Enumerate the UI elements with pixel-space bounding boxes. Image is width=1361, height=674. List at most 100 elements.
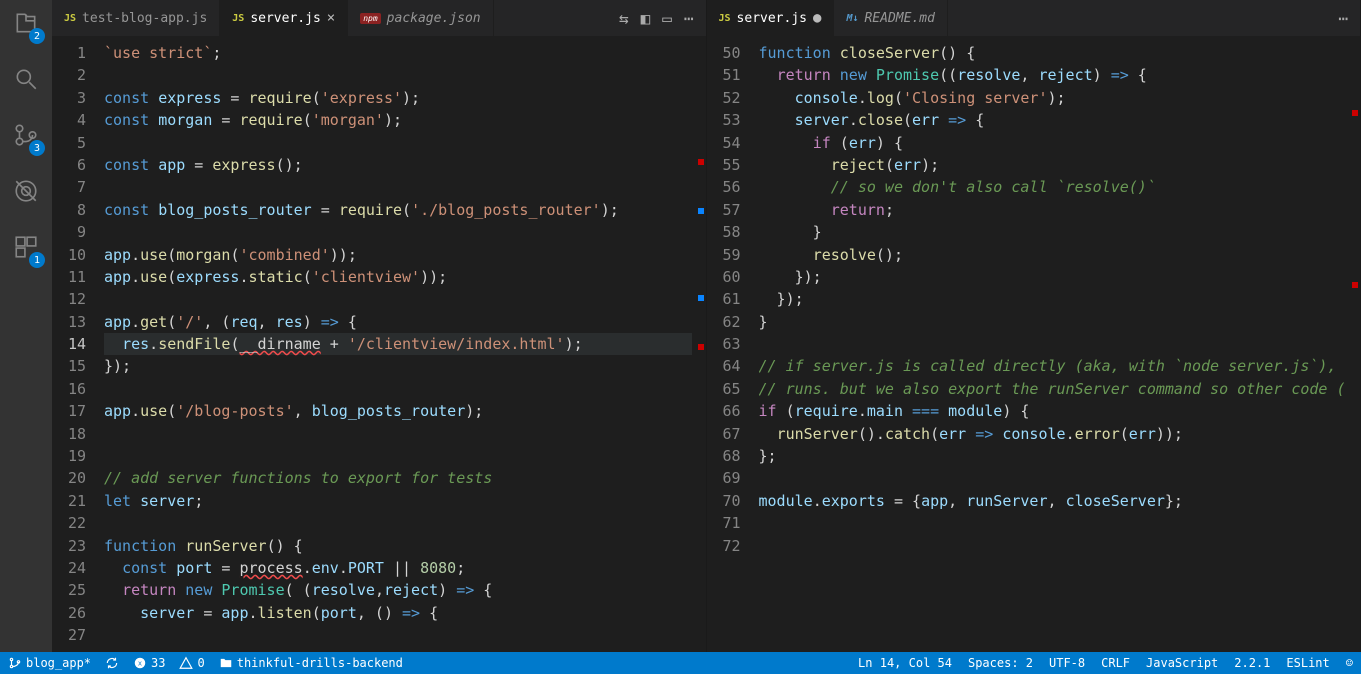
tabbar-left: JStest-blog-app.jsJSserver.js×npmpackage… (52, 0, 706, 36)
extension-version[interactable]: 2.2.1 (1234, 656, 1270, 670)
code-line[interactable]: }; (759, 445, 1347, 467)
line-number: 12 (52, 288, 86, 310)
code-line[interactable] (104, 288, 692, 310)
code-line[interactable]: // runs. but we also export the runServe… (759, 378, 1347, 400)
code-line[interactable]: server = app.listen(port, () => { (104, 602, 692, 624)
split-right-icon[interactable]: ◧ (641, 9, 651, 28)
language-mode[interactable]: JavaScript (1146, 656, 1218, 670)
code-line[interactable]: console.log('Closing server'); (759, 87, 1347, 109)
js-icon: JS (232, 13, 244, 24)
line-number: 9 (52, 221, 86, 243)
code-line[interactable]: app.use(morgan('combined')); (104, 244, 692, 266)
scm-badge: 3 (29, 140, 45, 156)
code-line[interactable]: } (759, 311, 1347, 333)
explorer-icon[interactable]: 2 (13, 10, 39, 40)
code-line[interactable]: const port = process.env.PORT || 8080; (104, 557, 692, 579)
encoding[interactable]: UTF-8 (1049, 656, 1085, 670)
code-line[interactable] (104, 64, 692, 86)
sync-button[interactable] (105, 656, 119, 670)
cursor-position[interactable]: Ln 14, Col 54 (858, 656, 952, 670)
code-line[interactable] (104, 624, 692, 646)
code-line[interactable]: res.sendFile(__dirname + '/clientview/in… (104, 333, 692, 355)
code-line[interactable] (104, 512, 692, 534)
tab-package-json[interactable]: npmpackage.json (348, 0, 493, 36)
code-line[interactable] (104, 423, 692, 445)
code-line[interactable] (759, 467, 1347, 489)
tab-server-js[interactable]: JSserver.js● (707, 0, 835, 36)
code-line[interactable] (104, 445, 692, 467)
source-control-icon[interactable]: 3 (13, 122, 39, 152)
errors-indicator[interactable]: x 33 (133, 656, 165, 670)
warnings-indicator[interactable]: 0 (179, 656, 204, 670)
feedback-icon[interactable]: ☺ (1346, 656, 1353, 670)
code-line[interactable]: let server; (104, 490, 692, 512)
code-line[interactable]: const app = express(); (104, 154, 692, 176)
compare-icon[interactable]: ⇆ (619, 9, 629, 28)
search-icon[interactable] (13, 66, 39, 96)
code-line[interactable] (104, 378, 692, 400)
code-line[interactable]: resolve(); (759, 244, 1347, 266)
code-line[interactable]: } (759, 221, 1347, 243)
line-number: 66 (707, 400, 741, 422)
code-line[interactable] (759, 512, 1347, 534)
code-left[interactable]: `use strict`; const express = require('e… (104, 36, 692, 652)
svg-text:x: x (138, 659, 142, 667)
code-line[interactable]: server.close(err => { (759, 109, 1347, 131)
tab-README-md[interactable]: M↓README.md (834, 0, 948, 36)
code-right[interactable]: function closeServer() { return new Prom… (759, 36, 1347, 652)
more-icon[interactable]: ⋯ (1338, 9, 1348, 28)
code-line[interactable] (759, 535, 1347, 557)
tab-server-js[interactable]: JSserver.js× (220, 0, 348, 36)
code-line[interactable]: module.exports = {app, runServer, closeS… (759, 490, 1347, 512)
tab-label: test-blog-app.js (82, 11, 207, 26)
line-number: 65 (707, 378, 741, 400)
code-line[interactable]: return new Promise((resolve, reject) => … (759, 64, 1347, 86)
close-icon[interactable]: × (327, 10, 335, 26)
folder-indicator[interactable]: thinkful-drills-backend (219, 656, 403, 670)
tabbar-right: JSserver.js●M↓README.md ⋯ (707, 0, 1361, 36)
code-line[interactable]: app.get('/', (req, res) => { (104, 311, 692, 333)
indentation[interactable]: Spaces: 2 (968, 656, 1033, 670)
code-line[interactable]: if (require.main === module) { (759, 400, 1347, 422)
minimap-right[interactable] (1346, 36, 1360, 652)
minimap-left[interactable] (692, 36, 706, 652)
eol[interactable]: CRLF (1101, 656, 1130, 670)
line-number: 71 (707, 512, 741, 534)
code-line[interactable] (104, 132, 692, 154)
code-line[interactable]: return new Promise( (resolve,reject) => … (104, 579, 692, 601)
code-line[interactable]: reject(err); (759, 154, 1347, 176)
branch-indicator[interactable]: blog_app* (8, 656, 91, 670)
code-line[interactable]: const blog_posts_router = require('./blo… (104, 199, 692, 221)
code-line[interactable]: runServer().catch(err => console.error(e… (759, 423, 1347, 445)
code-line[interactable]: app.use(express.static('clientview')); (104, 266, 692, 288)
code-line[interactable] (759, 333, 1347, 355)
tab-label: README.md (864, 11, 934, 26)
code-line[interactable]: // so we don't also call `resolve()` (759, 176, 1347, 198)
code-line[interactable] (104, 176, 692, 198)
code-line[interactable]: app.use('/blog-posts', blog_posts_router… (104, 400, 692, 422)
book-icon[interactable]: ▭ (662, 9, 672, 28)
code-line[interactable]: }); (759, 266, 1347, 288)
code-line[interactable]: const morgan = require('morgan'); (104, 109, 692, 131)
code-line[interactable] (104, 221, 692, 243)
debug-icon[interactable] (13, 178, 39, 208)
code-line[interactable]: }); (104, 355, 692, 377)
code-line[interactable]: }); (759, 288, 1347, 310)
code-line[interactable]: const express = require('express'); (104, 87, 692, 109)
more-icon[interactable]: ⋯ (684, 9, 694, 28)
line-number: 54 (707, 132, 741, 154)
code-line[interactable]: function runServer() { (104, 535, 692, 557)
code-line[interactable]: if (err) { (759, 132, 1347, 154)
extensions-icon[interactable]: 1 (13, 234, 39, 264)
line-number: 6 (52, 154, 86, 176)
code-line[interactable]: // if server.js is called directly (aka,… (759, 355, 1347, 377)
line-number: 21 (52, 490, 86, 512)
code-line[interactable]: return; (759, 199, 1347, 221)
code-line[interactable]: // add server functions to export for te… (104, 467, 692, 489)
tab-actions-left: ⇆ ◧ ▭ ⋯ (619, 0, 706, 36)
code-line[interactable]: function closeServer() { (759, 42, 1347, 64)
code-line[interactable]: `use strict`; (104, 42, 692, 64)
tab-test-blog-app-js[interactable]: JStest-blog-app.js (52, 0, 220, 36)
line-number: 11 (52, 266, 86, 288)
linter-name[interactable]: ESLint (1286, 656, 1329, 670)
